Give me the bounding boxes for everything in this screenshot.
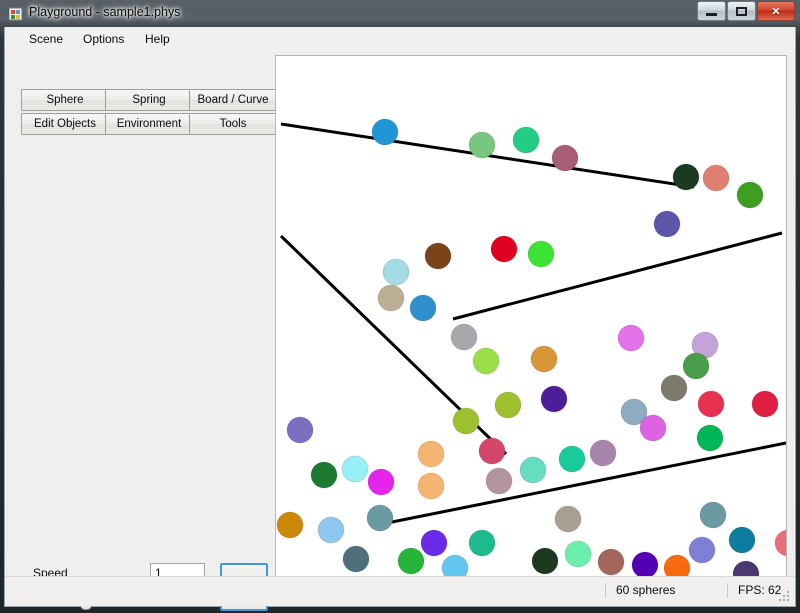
sphere[interactable] (468, 131, 496, 159)
close-icon: ✕ (771, 5, 781, 18)
status-fps: FPS: 62 (727, 583, 781, 598)
app-icon (9, 7, 23, 21)
toolbar-button-tools[interactable]: Tools (189, 113, 277, 135)
minimize-icon (698, 2, 725, 20)
sphere[interactable] (371, 118, 399, 146)
sphere[interactable] (490, 235, 518, 263)
sphere[interactable] (341, 455, 369, 483)
canvas-scene (276, 56, 786, 594)
sphere[interactable] (660, 374, 688, 402)
sphere[interactable] (631, 551, 659, 579)
sphere[interactable] (485, 467, 513, 495)
sphere[interactable] (276, 511, 304, 539)
sphere[interactable] (530, 345, 558, 373)
sphere[interactable] (494, 391, 522, 419)
sphere[interactable] (382, 258, 410, 286)
sphere[interactable] (512, 126, 540, 154)
sphere[interactable] (728, 526, 756, 554)
sphere[interactable] (554, 505, 582, 533)
sphere[interactable] (702, 164, 730, 192)
sphere[interactable] (639, 414, 667, 442)
maximize-icon (728, 2, 755, 20)
sphere[interactable] (409, 294, 437, 322)
sphere[interactable] (424, 242, 452, 270)
toolbar-button-sphere[interactable]: Sphere (21, 89, 109, 111)
sphere[interactable] (452, 407, 480, 435)
sphere[interactable] (531, 547, 559, 575)
sphere[interactable] (367, 468, 395, 496)
left-control-panel: Speed 1 GO SphereSpringBoard / CurveEdit… (5, 50, 277, 611)
toolbar-button-spring[interactable]: Spring (105, 89, 193, 111)
sphere[interactable] (397, 547, 425, 575)
sphere[interactable] (653, 210, 681, 238)
sphere[interactable] (699, 501, 727, 529)
menu-item-scene[interactable]: Scene (21, 31, 71, 47)
menu-item-help[interactable]: Help (137, 31, 178, 47)
sphere[interactable] (697, 390, 725, 418)
minimize-button[interactable] (697, 1, 726, 21)
toolbar-button-edit-objects[interactable]: Edit Objects (21, 113, 109, 135)
sphere[interactable] (310, 461, 338, 489)
sphere[interactable] (478, 437, 506, 465)
maximize-button[interactable] (727, 1, 756, 21)
simulation-canvas[interactable] (275, 55, 787, 595)
menu-bar: Scene Options Help (5, 27, 795, 50)
sphere[interactable] (417, 472, 445, 500)
sphere[interactable] (366, 504, 394, 532)
sphere[interactable] (597, 548, 625, 576)
resize-grip-icon[interactable] (779, 591, 791, 603)
sphere[interactable] (688, 536, 716, 564)
window-title: Playground - sample1.phys (29, 5, 181, 19)
menu-item-options[interactable]: Options (75, 31, 132, 47)
sphere[interactable] (736, 181, 764, 209)
status-sphere-count: 60 spheres (605, 583, 675, 598)
title-bar: Playground - sample1.phys ✕ (0, 0, 800, 28)
sphere[interactable] (317, 516, 345, 544)
sphere[interactable] (540, 385, 568, 413)
sphere[interactable] (377, 284, 405, 312)
sphere[interactable] (519, 456, 547, 484)
sphere[interactable] (564, 540, 592, 568)
sphere[interactable] (751, 390, 779, 418)
toolbar-button-board-curve[interactable]: Board / Curve (189, 89, 277, 111)
sphere[interactable] (696, 424, 724, 452)
sphere[interactable] (286, 416, 314, 444)
sphere[interactable] (617, 324, 645, 352)
sphere[interactable] (551, 144, 579, 172)
application-window: Playground - sample1.phys ✕ Scene Options… (0, 0, 800, 613)
sphere[interactable] (420, 529, 448, 557)
toolbar-button-environment[interactable]: Environment (105, 113, 193, 135)
sphere[interactable] (450, 323, 478, 351)
sphere[interactable] (342, 545, 370, 573)
close-button[interactable]: ✕ (757, 1, 795, 21)
sphere[interactable] (468, 529, 496, 557)
sphere[interactable] (558, 445, 586, 473)
sphere[interactable] (417, 440, 445, 468)
sphere[interactable] (672, 163, 700, 191)
client-area: SceneOptions Help Speed 1 GO SphereSpring… (4, 27, 796, 611)
sphere[interactable] (527, 240, 555, 268)
status-bar: 60 spheres FPS: 62 (5, 576, 795, 606)
sphere[interactable] (472, 347, 500, 375)
sphere[interactable] (682, 352, 710, 380)
sphere[interactable] (589, 439, 617, 467)
